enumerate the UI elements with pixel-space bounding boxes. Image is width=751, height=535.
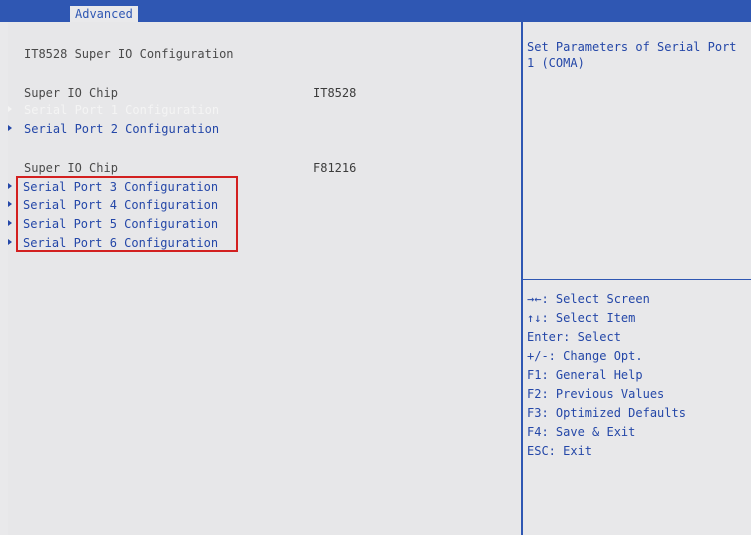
- super-io-chip-label-1: Super IO Chip: [24, 86, 118, 100]
- page-title: IT8528 Super IO Configuration: [24, 47, 234, 61]
- submenu-arrow-icon: [8, 183, 12, 189]
- serial-port-2-configuration[interactable]: Serial Port 2 Configuration: [24, 121, 219, 137]
- super-io-chip-value-2: F81216: [313, 161, 357, 175]
- hotkey-select-item: ↑↓: Select Item: [527, 311, 636, 325]
- serial-port-1-configuration[interactable]: Serial Port 1 Configuration: [24, 102, 219, 118]
- hotkey-optimized-defaults: F3: Optimized Defaults: [527, 406, 686, 420]
- hotkey-enter-select: Enter: Select: [527, 330, 621, 344]
- help-divider: [523, 279, 751, 280]
- bios-screen: Advanced IT8528 Super IO Configuration S…: [0, 0, 751, 535]
- submenu-arrow-icon: [8, 201, 12, 207]
- hotkey-general-help: F1: General Help: [527, 368, 643, 382]
- hotkey-select-screen: →←: Select Screen: [527, 292, 650, 306]
- submenu-arrow-icon: [8, 106, 12, 112]
- submenu-arrow-icon: [8, 220, 12, 226]
- super-io-chip-label-2: Super IO Chip: [24, 161, 118, 175]
- hotkey-previous-values: F2: Previous Values: [527, 387, 665, 401]
- hotkey-change-opt: +/-: Change Opt.: [527, 349, 643, 363]
- submenu-arrow-icon: [8, 125, 12, 131]
- hotkey-save-exit: F4: Save & Exit: [527, 425, 636, 439]
- super-io-chip-value-1: IT8528: [313, 86, 357, 100]
- submenu-arrow-icon: [8, 239, 12, 245]
- tab-advanced[interactable]: Advanced: [70, 6, 138, 22]
- hotkey-esc-exit: ESC: Exit: [527, 444, 593, 458]
- highlight-box: [16, 176, 238, 252]
- help-description: Set Parameters of Serial Port 1 (COMA): [527, 40, 737, 70]
